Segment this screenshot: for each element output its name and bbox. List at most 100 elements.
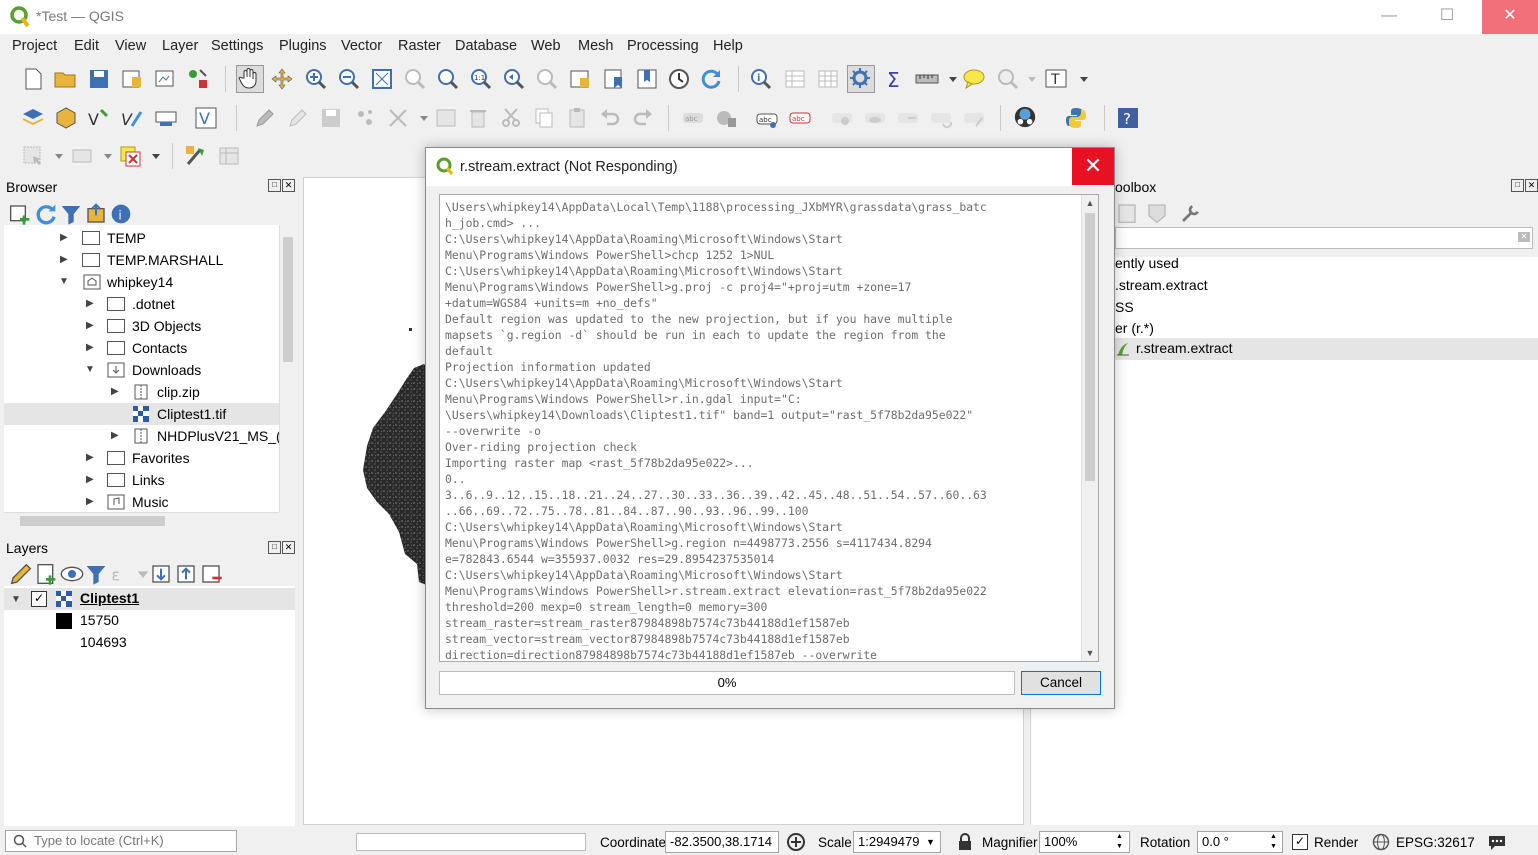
maximize-button[interactable]: ☐ (1424, 0, 1470, 34)
render-checkbox[interactable]: ✓ (1292, 834, 1308, 850)
open-project-icon[interactable] (53, 67, 77, 91)
tree-item-cliptest1-tif[interactable]: Cliptest1.tif (4, 403, 279, 425)
text-annotation-icon[interactable]: T (1044, 67, 1068, 91)
menu-project[interactable]: Project (12, 38, 57, 54)
toolbox-item-stream-extract-recent[interactable]: .stream.extract (1115, 277, 1208, 293)
style-manager-icon[interactable] (186, 67, 210, 91)
layer-row-cliptest1[interactable]: ▼ ✓ Cliptest1 (4, 588, 295, 610)
deselect-dropdown-icon[interactable] (144, 144, 160, 168)
open-field-calculator-icon[interactable] (816, 67, 840, 91)
zoom-full-icon[interactable] (370, 67, 394, 91)
scrollbar-thumb[interactable] (20, 516, 165, 526)
scroll-down-icon[interactable]: ▼ (1082, 645, 1098, 661)
diagram-options-icon[interactable] (714, 106, 738, 130)
delete-selected-icon[interactable] (466, 106, 490, 130)
temporal-controller-icon[interactable] (667, 67, 691, 91)
messages-icon[interactable] (1487, 833, 1507, 854)
redo-icon[interactable] (631, 106, 655, 130)
deselect-features-icon[interactable] (118, 144, 142, 168)
tree-item-favorites[interactable]: ▶ Favorites (4, 447, 279, 469)
edit-pencil-icon[interactable] (253, 106, 277, 130)
options-wrench-icon[interactable] (1179, 201, 1199, 222)
move-label-icon[interactable] (896, 106, 920, 130)
locator-search-icon[interactable] (996, 67, 1020, 91)
scrollbar-thumb[interactable] (1085, 213, 1095, 481)
history-icon[interactable] (1115, 201, 1136, 223)
tree-item-downloads[interactable]: ▼ Downloads (4, 359, 279, 381)
float-panel-icon[interactable]: □ (268, 541, 281, 554)
add-group-icon[interactable] (34, 562, 56, 585)
toggle-extents-icon[interactable] (786, 832, 806, 855)
crs-label[interactable]: EPSG:32617 (1396, 835, 1475, 850)
measure-line-icon[interactable] (915, 67, 939, 91)
float-panel-icon[interactable]: □ (268, 179, 281, 192)
log-output-textarea[interactable]: \Users\whipkey14\AppData\Local\Temp\1188… (439, 194, 1099, 662)
tree-item-temp[interactable]: ▶ TEMP (4, 227, 279, 249)
collapse-all-icon[interactable] (174, 562, 195, 583)
dialog-close-button[interactable]: ✕ (1072, 148, 1114, 185)
open-attribute-table-icon[interactable] (783, 67, 807, 91)
layer-labeling-abc-icon[interactable]: abc (788, 106, 812, 130)
rotation-spinbox[interactable]: 0.0 ° ▲ ▼ (1197, 831, 1283, 853)
label-toolbar-icon[interactable]: abc (681, 106, 705, 130)
statistical-summary-icon[interactable]: Σ (883, 67, 907, 92)
zoom-in-icon[interactable] (304, 67, 328, 91)
new-project-icon[interactable] (21, 67, 45, 91)
remove-layer-icon[interactable] (199, 562, 222, 583)
menu-settings[interactable]: Settings (211, 38, 263, 54)
enable-properties-icon[interactable]: i (109, 202, 131, 224)
new-shapefile-layer-icon[interactable]: V (87, 106, 111, 130)
zoom-to-layer-icon[interactable] (436, 67, 460, 91)
crs-globe-icon[interactable] (1372, 833, 1390, 854)
processing-toolbox-icon[interactable] (847, 65, 875, 93)
select-by-expression-icon[interactable] (70, 144, 94, 168)
menu-mesh[interactable]: Mesh (578, 38, 613, 54)
save-project-icon[interactable] (87, 67, 111, 91)
tree-item-nhdplus[interactable]: ▶ NHDPlusV21_MS_( (4, 425, 279, 447)
collapse-all-icon[interactable] (84, 202, 105, 223)
layout-manager-icon[interactable] (153, 67, 177, 91)
minimize-button[interactable]: — (1366, 0, 1412, 34)
tree-item-whipkey14[interactable]: ▼ whipkey14 (4, 271, 279, 293)
undo-icon[interactable] (598, 106, 622, 130)
float-panel-icon[interactable]: □ (1511, 179, 1524, 192)
copy-features-icon[interactable] (532, 106, 556, 130)
pan-to-selection-icon[interactable] (270, 67, 294, 91)
annotation-dropdown-icon[interactable] (1072, 67, 1088, 91)
clear-search-icon[interactable]: ✕ (1518, 232, 1530, 242)
raster-calculator-icon[interactable] (217, 144, 241, 168)
zoom-to-selection-icon[interactable] (403, 67, 427, 91)
close-window-button[interactable]: ✕ (1482, 0, 1538, 34)
browser-horizontal-scrollbar[interactable] (4, 512, 279, 529)
menu-processing[interactable]: Processing (627, 38, 699, 54)
show-hide-labels-icon[interactable] (863, 106, 887, 130)
layer-labeling-options-icon[interactable]: abc (755, 106, 779, 130)
browser-vertical-scrollbar[interactable] (279, 225, 296, 512)
menu-database[interactable]: Database (455, 38, 517, 54)
toolbox-item-recently-used[interactable]: ently used (1115, 255, 1179, 271)
toggle-editing-icon[interactable] (286, 106, 310, 130)
toolbox-item-raster-group[interactable]: er (r.*) (1115, 320, 1154, 336)
new-mesh-layer-icon[interactable]: V (194, 106, 218, 130)
filter-browser-icon[interactable] (59, 202, 81, 225)
tree-item-3d-objects[interactable]: ▶ 3D Objects (4, 315, 279, 337)
refresh-icon[interactable] (699, 67, 723, 91)
data-source-manager-icon[interactable] (21, 106, 45, 130)
tree-item-clip-zip[interactable]: ▶ clip.zip (4, 381, 279, 403)
locator-input[interactable]: Type to locate (Ctrl+K) (5, 830, 237, 852)
tree-item-music[interactable]: ▶ Music (4, 491, 279, 512)
vertex-dropdown-icon[interactable] (412, 106, 428, 130)
tree-item-links[interactable]: ▶ Links (4, 469, 279, 491)
refresh-browser-icon[interactable] (34, 202, 56, 225)
manage-visibility-icon[interactable] (60, 562, 84, 582)
quickmapservices-icon[interactable] (1013, 105, 1039, 131)
help-contents-icon[interactable]: ? (1116, 106, 1140, 130)
toolbox-item-grass[interactable]: SS (1115, 299, 1134, 315)
layer-visibility-checkbox[interactable]: ✓ (31, 591, 47, 607)
map-tips-icon[interactable] (962, 67, 986, 91)
new-virtual-layer-icon[interactable] (154, 106, 178, 130)
rotate-label-icon[interactable] (929, 106, 953, 130)
toolbox-search-input[interactable]: ✕ (1115, 227, 1533, 249)
lock-scale-icon[interactable] (957, 833, 973, 854)
new-geopackage-layer-icon[interactable] (54, 106, 78, 130)
